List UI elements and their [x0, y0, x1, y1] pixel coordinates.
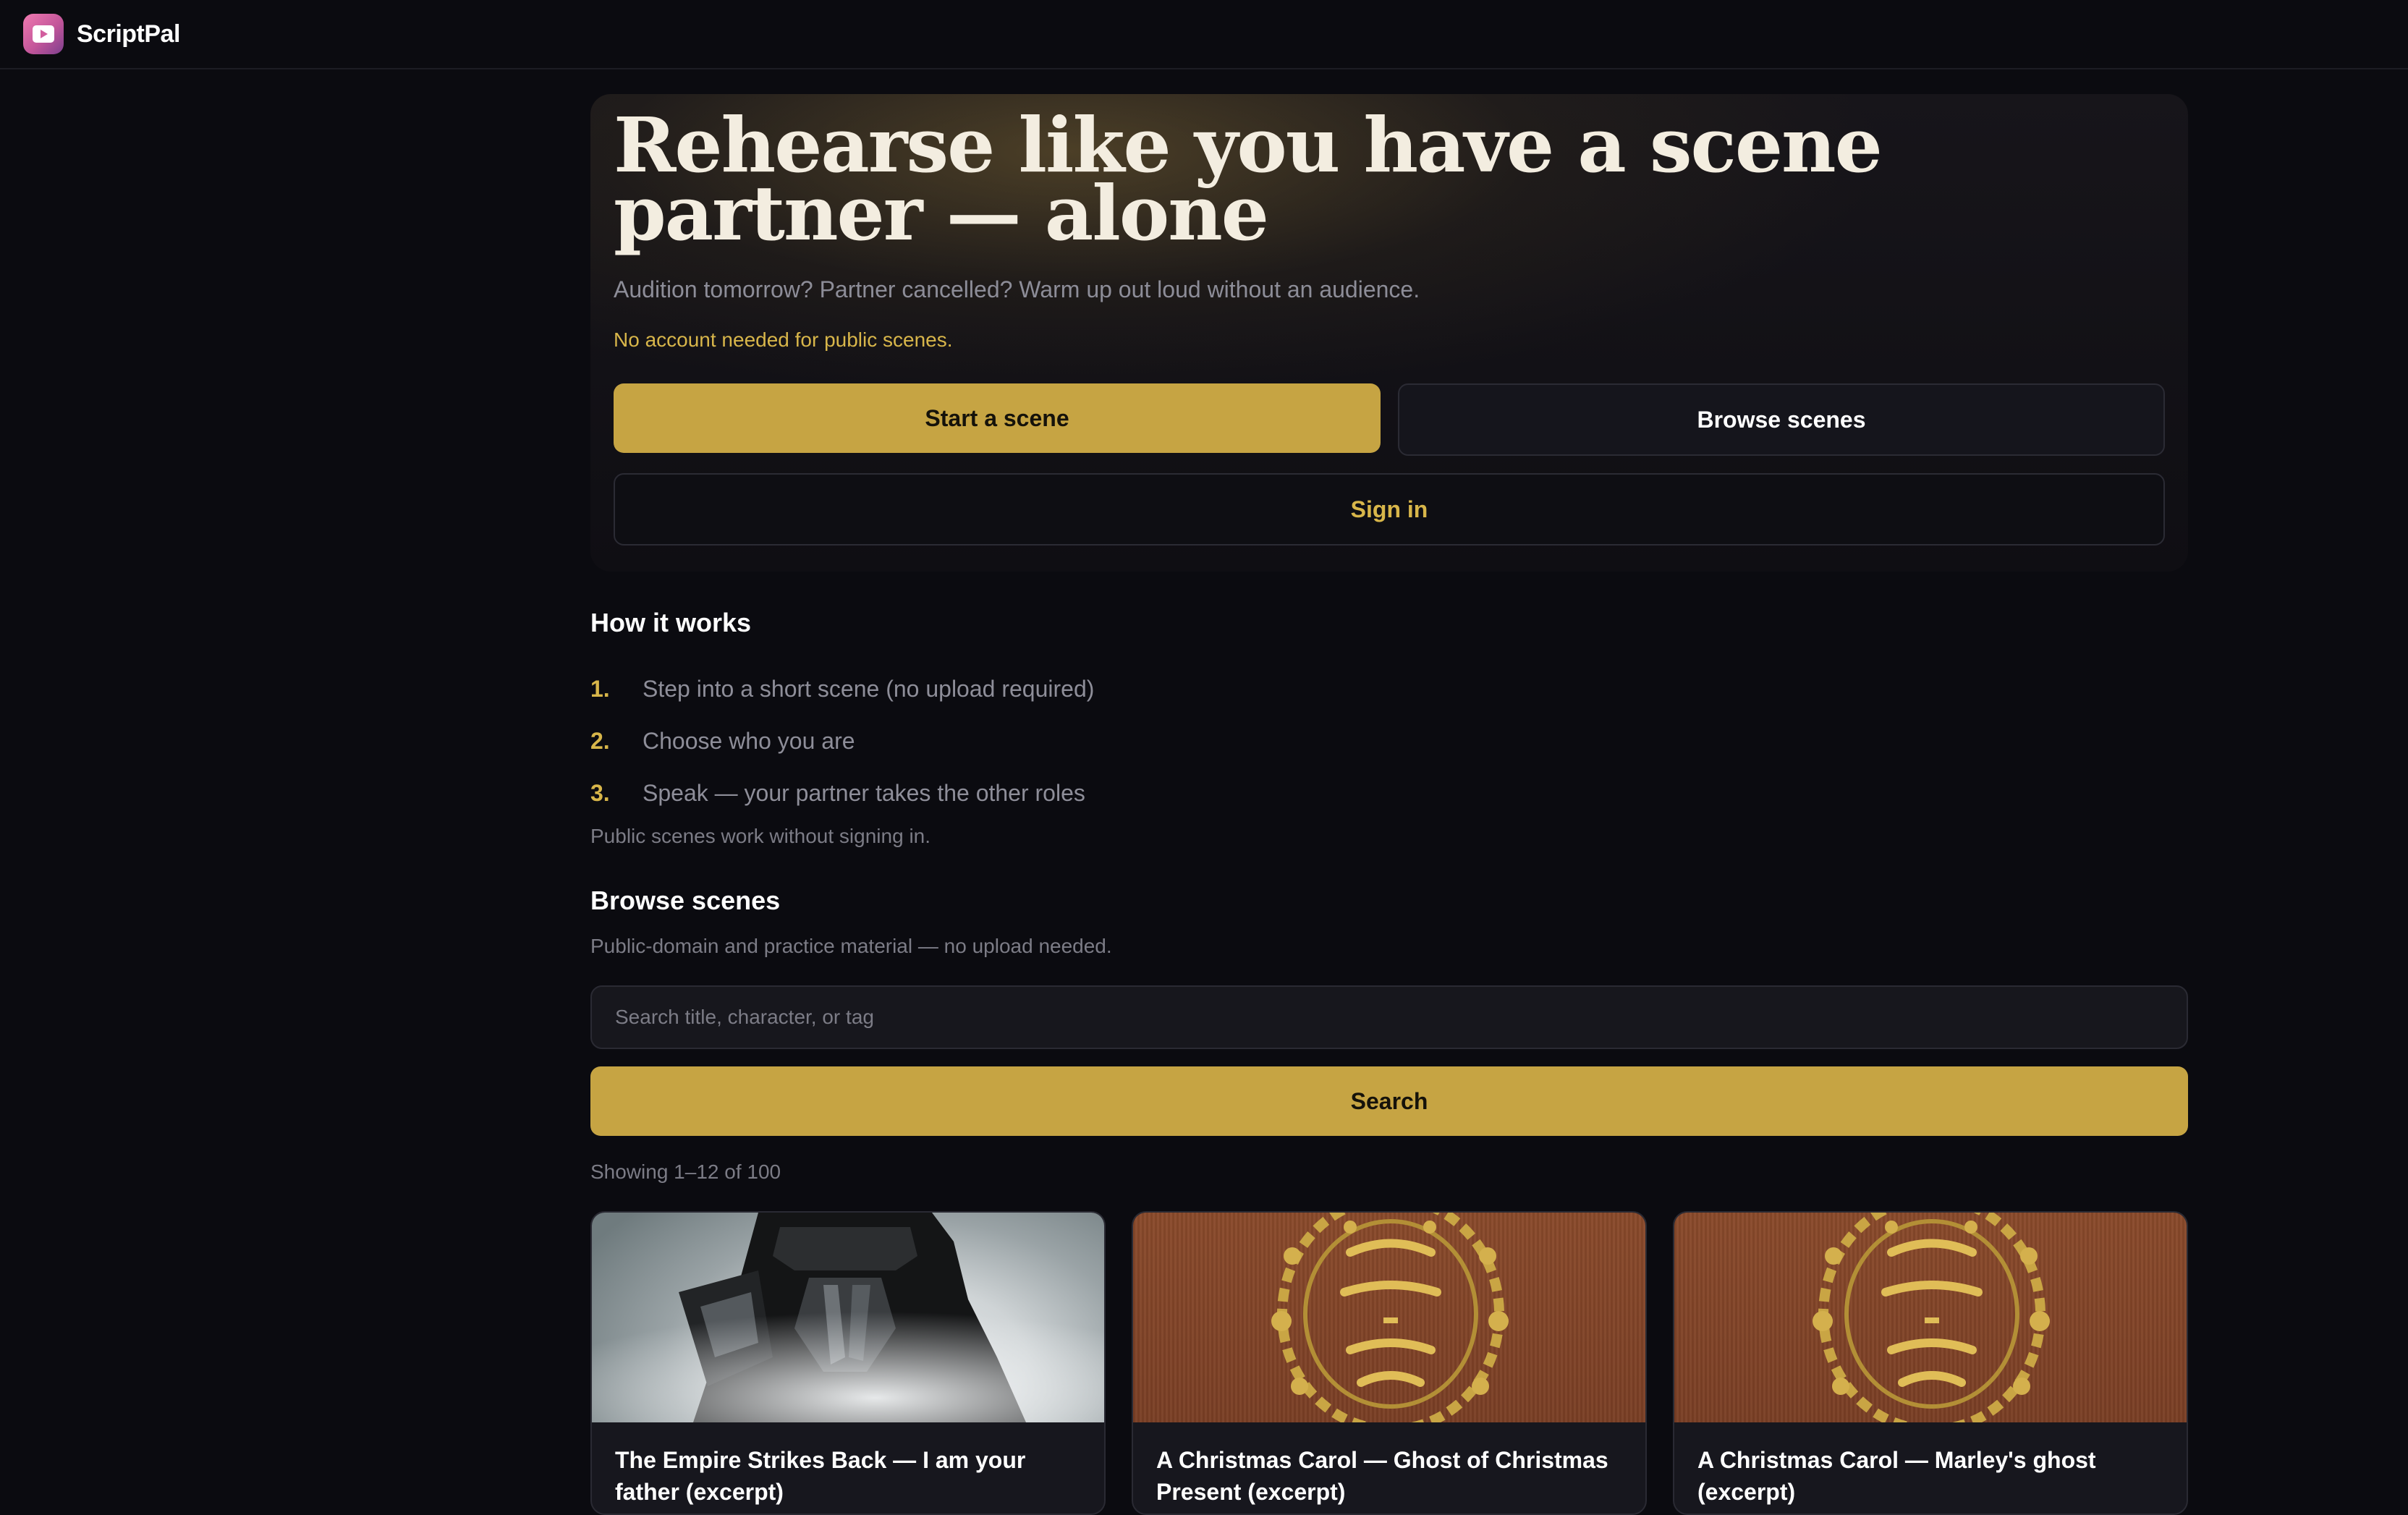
hero-subtitle: Audition tomorrow? Partner cancelled? Wa… [614, 276, 1420, 302]
scene-card-grid: The Empire Strikes Back — I am your fath… [590, 1211, 2188, 1515]
top-bar: ScriptPal [0, 0, 2408, 69]
hero-title: Rehearse like you have a scene partner —… [614, 101, 1883, 258]
step-number: 2. [590, 727, 610, 754]
scene-card-title: A Christmas Carol — Ghost of Christmas P… [1156, 1447, 1608, 1505]
scene-card[interactable]: A Christmas Carol — Marley's ghost (exce… [1673, 1211, 2188, 1515]
play-icon [33, 25, 54, 43]
steps-list: 1. Step into a short scene (no upload re… [590, 663, 1094, 819]
scene-thumbnail [1674, 1213, 2187, 1422]
step-text: Step into a short scene (no upload requi… [643, 675, 1095, 702]
book-cover-image [1271, 1213, 1509, 1422]
how-it-works-heading: How it works [590, 608, 752, 637]
start-scene-button[interactable]: Start a scene [614, 383, 1381, 453]
app-logo-icon[interactable] [23, 14, 64, 54]
step-number: 1. [590, 675, 610, 702]
step-item: 3. Speak — your partner takes the other … [590, 767, 1094, 819]
step-item: 2. Choose who you are [590, 715, 1094, 767]
sign-in-button[interactable]: Sign in [614, 473, 2165, 546]
search-input[interactable] [590, 985, 2188, 1049]
scene-thumbnail [1133, 1213, 1645, 1422]
app-name[interactable]: ScriptPal [77, 20, 180, 48]
scene-card[interactable]: The Empire Strikes Back — I am your fath… [590, 1211, 1106, 1515]
step-item: 1. Step into a short scene (no upload re… [590, 663, 1094, 715]
hero-panel: Rehearse like you have a scene partner —… [590, 94, 2188, 572]
hero-note: No account needed for public scenes. [614, 328, 953, 351]
browse-scenes-button[interactable]: Browse scenes [1398, 383, 2165, 456]
browse-scenes-heading: Browse scenes [590, 886, 781, 915]
armored-figure-image [592, 1213, 1104, 1422]
scene-card-title: The Empire Strikes Back — I am your fath… [615, 1447, 1026, 1505]
scene-thumbnail [592, 1213, 1104, 1422]
scene-card[interactable]: A Christmas Carol — Ghost of Christmas P… [1132, 1211, 1647, 1515]
search-button[interactable]: Search [590, 1066, 2188, 1136]
browse-subtitle: Public-domain and practice material — no… [590, 935, 1112, 957]
book-cover-image [1813, 1213, 2050, 1422]
step-number: 3. [590, 779, 610, 806]
how-footnote: Public scenes work without signing in. [590, 825, 931, 847]
step-text: Choose who you are [643, 727, 855, 754]
results-count: Showing 1–12 of 100 [590, 1160, 781, 1183]
scene-card-title: A Christmas Carol — Marley's ghost (exce… [1697, 1447, 2096, 1505]
step-text: Speak — your partner takes the other rol… [643, 779, 1085, 806]
